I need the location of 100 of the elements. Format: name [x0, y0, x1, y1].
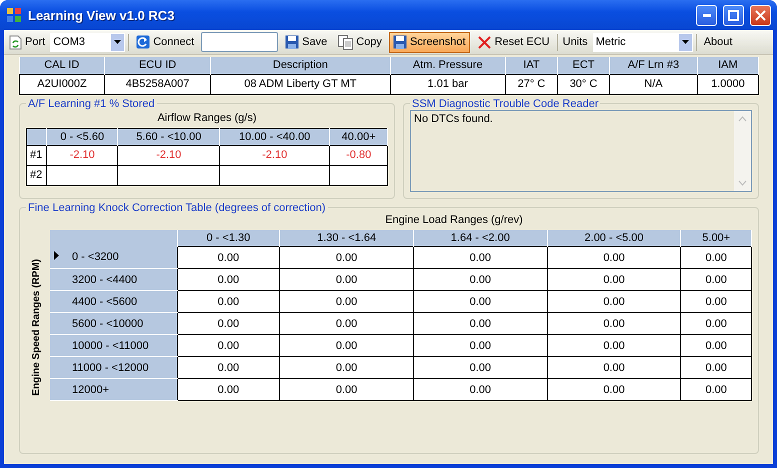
column-header: CAL ID [20, 57, 104, 74]
column-header: 5.00+ [680, 230, 752, 246]
table-cell: 0.00 [413, 356, 548, 378]
table-cell: 0.00 [547, 290, 681, 312]
table-cell: 0.00 [280, 246, 414, 268]
table-cell: 0.00 [413, 334, 548, 356]
maximize-button[interactable] [723, 4, 744, 26]
column-header: Description [210, 57, 390, 74]
table-cell: -2.10 [118, 145, 220, 165]
dropdown-field[interactable]: Metric [592, 32, 693, 52]
table-cell: -2.10 [46, 145, 118, 165]
table-cell: 0.00 [177, 356, 280, 378]
column-header: ECU ID [104, 57, 211, 74]
toolbar-button[interactable]: Connect [132, 32, 198, 52]
table-cell: 0.00 [280, 312, 414, 334]
row-header[interactable]: 5600 - <10000 [50, 312, 177, 334]
table-cell: 4B5258A007 [104, 74, 211, 94]
table-cell: 0.00 [177, 246, 280, 268]
table-cell: 0.00 [680, 334, 752, 356]
table-cell: 0.00 [177, 290, 280, 312]
table-cell: -2.10 [220, 145, 330, 165]
table-cell: 0.00 [177, 378, 280, 400]
close-icon [755, 10, 766, 20]
table-cell: 0.00 [547, 246, 681, 268]
column-header: IAM [697, 57, 758, 74]
table-caption: Engine Load Ranges (g/rev) [384, 214, 524, 228]
toolbar-button[interactable]: Save [281, 32, 332, 52]
row-header[interactable]: 12000+ [50, 378, 177, 400]
table-cell: 0.00 [413, 312, 548, 334]
toolbar-button[interactable]: Screenshot [388, 32, 470, 52]
dropdown-field[interactable]: COM3 [50, 32, 126, 52]
group-title: A/F Learning #1 % Stored [27, 98, 156, 110]
refresh-icon [9, 34, 22, 50]
table-cell: 0.00 [547, 312, 681, 334]
table-cell: 0.00 [680, 356, 752, 378]
table-cell: 0.00 [280, 378, 414, 400]
toolbar-label: Units [562, 36, 589, 48]
refresh-icon [136, 35, 150, 49]
row-header[interactable]: 3200 - <4400 [50, 268, 177, 290]
dropdown-arrow-icon [114, 40, 122, 44]
column-header: 0 - <5.60 [46, 128, 118, 145]
table-cell: 27° C [505, 74, 558, 94]
column-header: ECT [557, 57, 610, 74]
toolbar-button[interactable]: About [700, 32, 736, 52]
maximize-icon [728, 10, 739, 20]
scroll-bar[interactable] [734, 110, 751, 190]
table-cell: A2UI000Z [20, 74, 104, 94]
table-cell: 0.00 [413, 268, 548, 290]
toolbar-button[interactable]: Copy [334, 32, 386, 52]
table-cell: 0.00 [413, 246, 548, 268]
copy-icon [338, 34, 354, 50]
table-cell: 08 ADM Liberty GT MT [210, 74, 390, 94]
toolbar-button[interactable]: Reset ECU [472, 32, 554, 52]
column-header: IAT [505, 57, 558, 74]
row-header: #1 [26, 145, 46, 165]
table-cell: N/A [610, 74, 698, 94]
row-header[interactable]: 10000 - <11000 [50, 334, 177, 356]
table-cell: 0.00 [413, 290, 548, 312]
column-header: Atm. Pressure [390, 57, 506, 74]
column-header: 1.30 - <1.64 [280, 230, 414, 246]
table-caption: Airflow Ranges (g/s) [156, 110, 258, 126]
minimize-icon [702, 14, 710, 16]
table-cell: 1.01 bar [390, 74, 506, 94]
column-header: 1.64 - <2.00 [413, 230, 548, 246]
app-icon [6, 7, 22, 23]
table-cell: 0.00 [547, 356, 681, 378]
column-header: 0 - <1.30 [177, 230, 280, 246]
column-header: 10.00 - <40.00 [220, 128, 330, 145]
row-header[interactable]: 0 - <3200 [50, 246, 177, 268]
row-header[interactable]: 4400 - <5600 [50, 290, 177, 312]
group-title: SSM Diagnostic Trouble Code Reader [411, 98, 600, 110]
column-header: 40.00+ [330, 128, 388, 145]
column-header: A/F Lrn #3 [610, 57, 698, 74]
input-field[interactable] [201, 32, 278, 52]
table-cell: 0.00 [680, 290, 752, 312]
column-header: 5.60 - <10.00 [118, 128, 220, 145]
table-cell: 0.00 [177, 334, 280, 356]
row-header[interactable]: 11000 - <12000 [50, 356, 177, 378]
close-button[interactable] [750, 4, 771, 26]
close-icon [476, 34, 492, 50]
dropdown-arrow-icon [682, 40, 689, 44]
table-cell: 0.00 [680, 312, 752, 334]
minimize-button[interactable] [696, 4, 717, 26]
table-cell: 0.00 [177, 312, 280, 334]
axis-label: Engine Speed Ranges (RPM) [30, 258, 42, 396]
group-title: Fine Learning Knock Correction Table (degrees of correction) [27, 202, 327, 214]
row-header: #2 [26, 165, 46, 185]
table-cell: 0.00 [280, 356, 414, 378]
table-cell: 0.00 [280, 268, 414, 290]
table-cell: -0.80 [330, 145, 388, 165]
table-cell: 0.00 [177, 268, 280, 290]
toolbar-label: Port [7, 34, 48, 50]
table-cell: 30° C [557, 74, 610, 94]
text-area[interactable]: No DTCs found. [410, 110, 752, 192]
table-cell: 0.00 [280, 334, 414, 356]
table-cell: 0.00 [680, 378, 752, 400]
table-cell: 0.00 [547, 334, 681, 356]
column-header: 2.00 - <5.00 [547, 230, 681, 246]
table-cell: 0.00 [680, 246, 752, 268]
table-cell: 0.00 [547, 378, 681, 400]
